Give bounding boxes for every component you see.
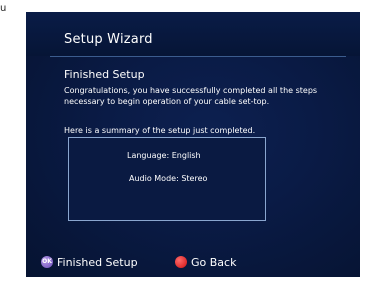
red-button-icon[interactable]: [175, 256, 187, 268]
summary-row-audio: Audio Mode: Stereo: [129, 174, 207, 183]
section-title: Finished Setup: [64, 68, 145, 81]
title-divider: [50, 56, 346, 57]
language-value: English: [171, 151, 201, 160]
summary-row-language: Language: English: [127, 151, 201, 160]
go-back-label[interactable]: Go Back: [191, 256, 236, 269]
ok-button-icon[interactable]: OK: [41, 256, 53, 268]
page-title: Setup Wizard: [64, 32, 153, 47]
summary-box: Language: English Audio Mode: Stereo: [68, 137, 266, 221]
tv-screen: Setup Wizard Finished Setup Congratulati…: [26, 12, 360, 277]
congratulations-text: Congratulations, you have successfully c…: [64, 86, 318, 106]
audio-mode-value: Stereo: [181, 174, 208, 183]
language-label: Language:: [127, 151, 170, 160]
audio-mode-label: Audio Mode:: [129, 174, 179, 183]
corner-text: u: [0, 3, 7, 14]
finished-setup-label[interactable]: Finished Setup: [57, 256, 138, 269]
summary-heading: Here is a summary of the setup just comp…: [64, 126, 256, 135]
